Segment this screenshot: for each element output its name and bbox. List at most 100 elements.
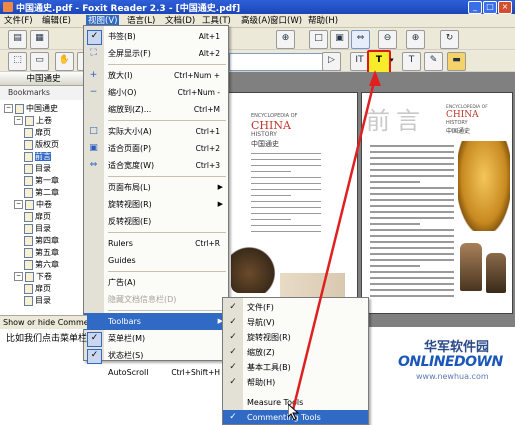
hand-icon[interactable]: ✋ [55, 52, 74, 71]
bookmark-item[interactable]: 版权页 [24, 139, 59, 150]
open-icon[interactable]: ▤ [8, 30, 27, 49]
fit-page-icon[interactable]: ▣ [330, 30, 349, 49]
view-menu-item[interactable]: ✓ 状态栏(S) [84, 347, 228, 364]
callout-icon[interactable]: ✎ [424, 52, 443, 71]
bookmark-item[interactable]: 扉页 [24, 211, 51, 222]
select-icon[interactable]: ⬚ [8, 52, 27, 71]
bookmark-item[interactable]: − 下卷 [14, 271, 52, 282]
bookmark-item[interactable]: − 中卷 [14, 199, 52, 210]
view-menu-item[interactable]: 广告(A) [84, 274, 228, 291]
view-menu-item[interactable]: + 放大(I) Ctrl+Num + [84, 67, 228, 84]
chevron-down-icon[interactable]: ▾ [390, 56, 394, 64]
bookmark-icon [24, 295, 33, 306]
rotate-icon[interactable]: ↻ [440, 30, 459, 49]
zoom-out-plus-icon[interactable]: ⊕ [406, 30, 425, 49]
bookmark-label: 第五章 [35, 248, 59, 257]
view-menu-item[interactable]: ⛶ 全屏显示(F) Alt+2 [84, 45, 228, 62]
menu-item-label: AutoScroll [108, 368, 149, 377]
toolbar-toggle-item[interactable]: ✓ 基本工具(B) [223, 360, 368, 376]
app-icon [3, 2, 13, 12]
zoom-out-icon[interactable]: ⊖ [378, 30, 397, 49]
snapshot-icon[interactable]: ▭ [30, 52, 49, 71]
view-menu-item[interactable]: ⇔ 适合宽度(W) Ctrl+3 [84, 157, 228, 174]
view-menu-item[interactable]: − 缩小(O) Ctrl+Num - [84, 84, 228, 101]
text-box-icon[interactable]: T [402, 52, 421, 71]
view-menu-item[interactable]: Guides [84, 252, 228, 269]
view-menu-item[interactable]: □ 实际大小(A) Ctrl+1 [84, 123, 228, 140]
menu-item-label: 页面布局(L) [108, 183, 151, 192]
fit-width-icon: ⇔ [89, 160, 98, 170]
bookmark-item[interactable]: 目录 [24, 223, 51, 234]
bookmark-item[interactable]: 第五章 [24, 247, 59, 258]
toolbar-toggle-item[interactable]: ✓ 缩放(Z) [223, 345, 368, 361]
collapse-icon[interactable]: − [4, 104, 13, 113]
bookmark-label: 第一章 [35, 176, 59, 185]
bookmark-item[interactable]: 扉页 [24, 283, 51, 294]
bookmark-item[interactable]: 目录 [24, 163, 51, 174]
collapse-icon[interactable]: − [14, 200, 23, 209]
bookmark-item[interactable]: 第四章 [24, 235, 59, 246]
robe-illustration [458, 141, 510, 231]
view-menu-item[interactable]: Toolbars ▶ [84, 313, 228, 330]
text-line [370, 199, 454, 201]
typewriter-icon[interactable]: T [367, 50, 391, 74]
menu-separator [108, 310, 226, 311]
view-menu-item[interactable]: Rulers Ctrl+R [84, 235, 228, 252]
check-icon: ✓ [229, 377, 237, 387]
view-menu-item[interactable]: ✓ 书签(B) Alt+1 [84, 28, 228, 45]
watermark-url: www.newhua.com [416, 372, 489, 381]
bookmark-item[interactable]: 目录 [24, 295, 51, 306]
page-left: ENCYCLOPEDIA OF CHINA HISTORY 中国通史 [224, 92, 358, 314]
menu-item-label: 全屏显示(F) [108, 49, 151, 58]
zoom-in-icon[interactable]: ⊕ [276, 30, 295, 49]
view-menu-item[interactable]: ✓ 菜单栏(M) [84, 330, 228, 347]
toolbar-toggle-item[interactable]: ✓ 导航(V) [223, 315, 368, 331]
text-line [370, 187, 454, 189]
bookmark-item[interactable]: − 上卷 [14, 115, 52, 126]
menu-edit[interactable]: 编辑(E) [40, 15, 73, 27]
text-line [370, 193, 454, 195]
next-page-icon[interactable]: ▷ [322, 52, 341, 71]
toolbar-toggle-item[interactable]: ✓ 旋转视图(R) [223, 330, 368, 346]
menu-window[interactable]: 窗口(W) [268, 15, 304, 27]
menu-file[interactable]: 文件(F) [2, 15, 35, 27]
minimize-icon[interactable]: _ [468, 1, 482, 14]
text-line [370, 265, 420, 267]
maximize-icon[interactable]: □ [483, 1, 497, 14]
toolbar-toggle-item[interactable]: ✓ 文件(F) [223, 300, 368, 316]
bookmark-item[interactable]: 第一章 [24, 175, 59, 186]
bookmark-item[interactable]: 前言 [24, 151, 51, 162]
bookmark-item[interactable]: − 中国通史 [4, 103, 58, 114]
fit-width-icon[interactable]: ⇔ [351, 30, 370, 49]
view-menu-item[interactable]: 页面布局(L) ▶ [84, 179, 228, 196]
toolbar-toggle-item[interactable]: ✓ 帮助(H) [223, 375, 368, 391]
view-menu-item[interactable]: 缩放到(Z)... Ctrl+M [84, 101, 228, 118]
menu-help[interactable]: 帮助(H) [306, 15, 340, 27]
print-icon[interactable]: ▦ [30, 30, 49, 49]
bookmark-icon [24, 151, 33, 162]
text-line [370, 205, 454, 207]
actual-size-icon[interactable]: □ [309, 30, 328, 49]
bookmark-icon [24, 139, 33, 150]
bookmark-item[interactable]: 第二章 [24, 187, 59, 198]
watermark-logo: 华军软件园 ONLINEDOWN www.newhua.com [394, 334, 515, 425]
bookmark-item[interactable]: 扉页 [24, 127, 51, 138]
collapse-icon[interactable]: − [14, 272, 23, 281]
text-line [370, 295, 454, 297]
bookmark-item[interactable]: 第六章 [24, 259, 59, 270]
view-menu-item[interactable]: ▣ 适合页面(P) Ctrl+2 [84, 140, 228, 157]
document-view[interactable]: ENCYCLOPEDIA OF CHINA HISTORY 中国通史 前言 EN… [224, 72, 515, 327]
note-icon[interactable]: ▬ [447, 52, 466, 71]
collapse-icon[interactable]: − [14, 116, 23, 125]
text-line [370, 283, 454, 285]
title-bar: 中国通史.pdf - Foxit Reader 2.3 - [中国通史.pdf]… [0, 0, 515, 14]
check-icon: ✓ [229, 412, 237, 422]
view-menu-item[interactable]: AutoScroll Ctrl+Shift+H [84, 364, 228, 381]
view-menu-item[interactable]: 反转视图(E) [84, 213, 228, 230]
submenu-item-label: Commenting Tools [247, 413, 321, 422]
text-line [251, 177, 321, 178]
panel-tab[interactable]: 中国通史 [0, 72, 87, 86]
view-menu-item[interactable]: 旋转视图(R) ▶ [84, 196, 228, 213]
text-line [370, 289, 454, 291]
close-icon[interactable]: × [498, 1, 512, 14]
